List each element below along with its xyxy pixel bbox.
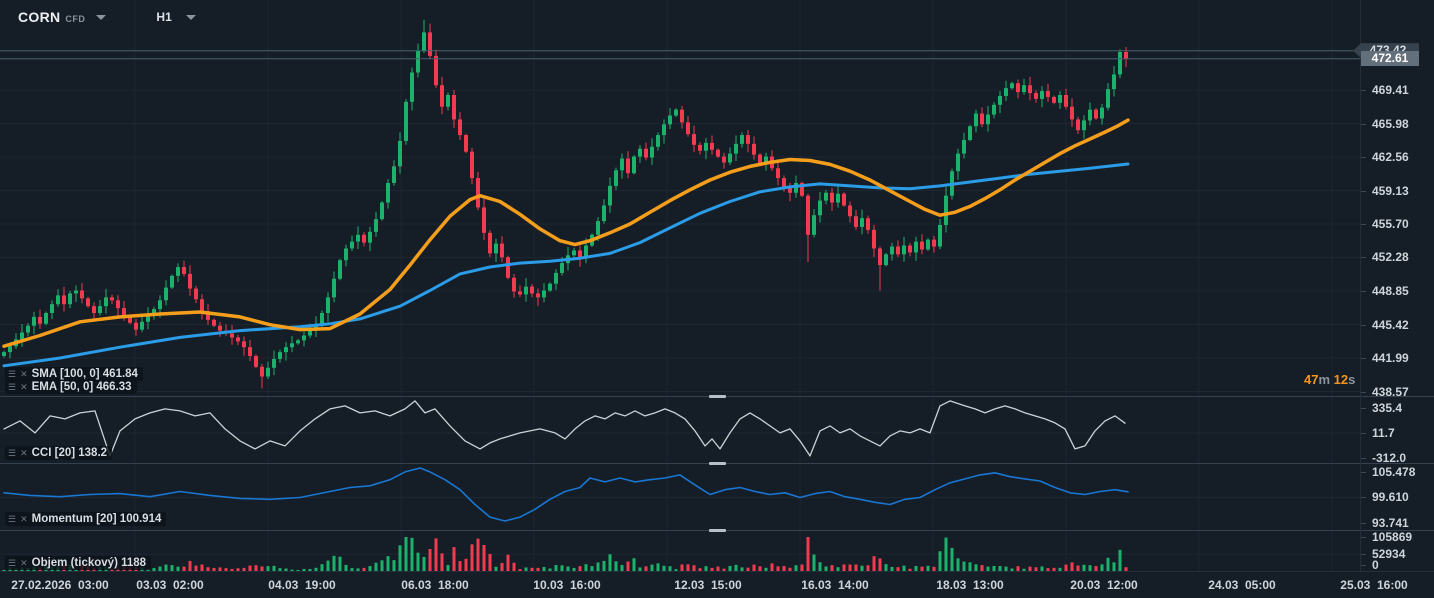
timeframe-label: H1 [156,10,171,24]
time-axis-label: 24.03 05:00 [1208,578,1275,592]
pane-resize-handle[interactable] [709,462,726,465]
axis-tick [1361,191,1366,192]
momentum-axis-label: 105.478 [1372,465,1415,479]
legend-cci[interactable]: ☰ ✕ CCI [20] 138.2 [5,446,112,460]
volume-axis-label: 105869 [1372,530,1412,544]
countdown-minutes: 47 [1304,372,1318,387]
volume-axis-label: 0 [1372,558,1379,572]
chevron-down-icon [96,15,106,20]
axis-tick [1361,90,1366,91]
close-icon[interactable]: ✕ [20,514,28,524]
time-axis-label: 10.03 16:00 [533,578,600,592]
time-axis-label: 18.03 13:00 [936,578,1003,592]
price-axis-label: 455.70 [1372,217,1409,231]
axis-tick [1361,291,1366,292]
settings-icon[interactable]: ☰ [8,369,16,379]
momentum-axis-label: 93.741 [1372,516,1409,530]
legend-cci-text: CCI [20] 138.2 [32,447,107,459]
countdown-seconds-unit: s [1348,372,1355,387]
close-icon[interactable]: ✕ [20,369,28,379]
close-icon[interactable]: ✕ [20,448,28,458]
bar-countdown-timer: 47m 12s [1304,372,1355,387]
price-axis[interactable]: 469.41 465.98 462.56 459.13 455.70 452.28 448.… [1360,0,1434,571]
price-axis-label: 452.28 [1372,250,1409,264]
time-axis-label: 04.03 19:00 [268,578,335,592]
axis-tick [1361,157,1366,158]
axis-tick [1361,358,1366,359]
pane-resize-handle[interactable] [709,395,726,398]
axis-tick [1361,523,1366,524]
axis-tick [1361,458,1366,459]
chart-header: CORN CFD H1 [0,0,196,34]
axis-tick [1361,433,1366,434]
symbol-selector[interactable]: CORN CFD [18,9,106,25]
time-axis[interactable]: 27.02.2026 03:00 03.03 02:00 04.03 19:00 06… [0,571,1434,598]
time-axis-label: 03.03 02:00 [136,578,203,592]
legend-volume-text: Objem (tickový) 1188 [32,557,146,569]
settings-icon[interactable]: ☰ [8,448,16,458]
pane-resize-handle[interactable] [709,529,726,532]
time-axis-label: 27.02.2026 03:00 [11,578,108,592]
settings-icon[interactable]: ☰ [8,382,16,392]
axis-tick [1361,124,1366,125]
legend-ema[interactable]: ☰ ✕ EMA [50, 0] 466.33 [5,380,137,394]
time-axis-label: 12.03 15:00 [674,578,741,592]
momentum-axis-label: 99.610 [1372,490,1409,504]
legend-volume[interactable]: ☰ ✕ Objem (tickový) 1188 [5,556,151,570]
cci-axis-label: 335.4 [1372,401,1402,415]
close-icon[interactable]: ✕ [20,382,28,392]
legend-sma-text: SMA [100, 0] 461.84 [32,368,138,380]
timeframe-selector[interactable]: H1 [156,10,195,24]
cci-axis-label: -312.0 [1372,451,1406,465]
countdown-minutes-unit: m [1318,372,1330,387]
axis-tick [1361,565,1366,566]
last-price-tag: 472.61 [1361,51,1419,66]
trading-chart-window: CORN CFD H1 ☰ ✕ SMA [100, 0] 461.84 ☰ ✕ … [0,0,1434,598]
axis-tick [1361,472,1366,473]
cci-axis-label: 11.7 [1372,426,1395,440]
chart-canvas[interactable] [0,0,1434,598]
countdown-seconds: 12 [1334,372,1348,387]
legend-momentum[interactable]: ☰ ✕ Momentum [20] 100.914 [5,512,166,526]
legend-sma[interactable]: ☰ ✕ SMA [100, 0] 461.84 [5,367,143,381]
price-axis-label: 445.42 [1372,318,1409,332]
price-axis-label: 465.98 [1372,117,1409,131]
axis-tick [1361,325,1366,326]
time-axis-label: 25.03 16:00 [1340,578,1407,592]
price-axis-label: 448.85 [1372,284,1409,298]
price-axis-label: 441.99 [1372,351,1409,365]
instrument-type-badge: CFD [65,14,85,24]
price-axis-label: 438.57 [1372,385,1409,399]
axis-tick [1361,257,1366,258]
axis-tick [1361,408,1366,409]
time-axis-label: 16.03 14:00 [801,578,868,592]
axis-tick [1361,392,1366,393]
axis-tick [1361,224,1366,225]
axis-tick [1361,537,1366,538]
settings-icon[interactable]: ☰ [8,514,16,524]
legend-momentum-text: Momentum [20] 100.914 [32,513,162,525]
legend-ema-text: EMA [50, 0] 466.33 [32,381,132,393]
chevron-down-icon [186,15,196,20]
axis-tick [1361,554,1366,555]
time-axis-label: 20.03 12:00 [1070,578,1137,592]
settings-icon[interactable]: ☰ [8,558,16,568]
price-axis-label: 462.56 [1372,150,1409,164]
time-axis-label: 06.03 18:00 [401,578,468,592]
close-icon[interactable]: ✕ [20,558,28,568]
axis-tick [1361,497,1366,498]
price-axis-label: 469.41 [1372,83,1409,97]
symbol-name: CORN [18,9,60,25]
price-axis-label: 459.13 [1372,184,1409,198]
